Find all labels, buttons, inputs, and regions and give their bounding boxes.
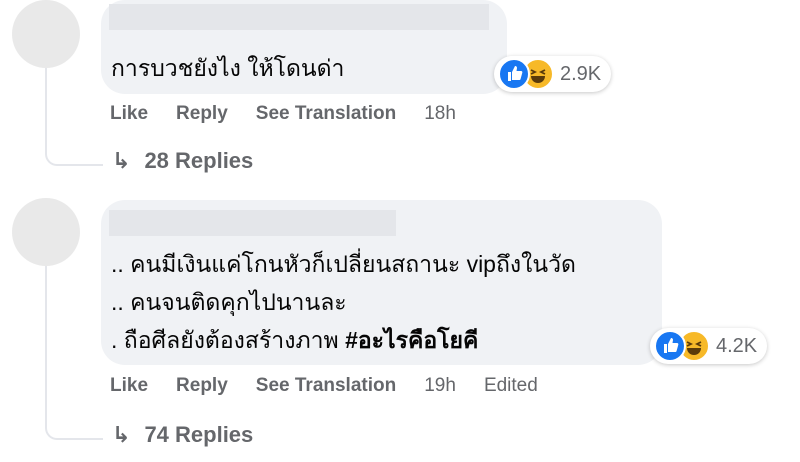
like-icon <box>498 58 530 90</box>
reply-arrow-icon: ↳ <box>112 148 131 173</box>
comment-bubble: การบวชยังไง ให้โดนด่า <box>101 0 507 94</box>
avatar[interactable] <box>12 198 80 266</box>
thread-line <box>45 266 103 440</box>
reply-button[interactable]: Reply <box>176 375 228 397</box>
reaction-summary[interactable]: 4.2K <box>650 328 768 364</box>
commenter-name-redacted <box>109 4 489 30</box>
comment-text-line: การบวชยังไง ให้โดนด่า <box>111 55 345 81</box>
timestamp[interactable]: 18h <box>424 103 456 125</box>
comment-bubble: .. คนมีเงินแค่โกนหัวก็เปลี่ยนสถานะ vipถึ… <box>101 200 662 365</box>
commenter-name-redacted <box>109 210 396 236</box>
thread-line <box>45 68 103 166</box>
reaction-count: 2.9K <box>560 62 602 85</box>
replies-count-label: 28 Replies <box>144 148 254 173</box>
comment-actions: Like Reply See Translation 19h Edited <box>110 375 566 397</box>
see-translation-button[interactable]: See Translation <box>256 103 396 125</box>
timestamp[interactable]: 19h <box>424 375 456 397</box>
comment-text-segment: . ถือศีลยังต้องสร้างภาพ <box>111 327 346 353</box>
hashtag-link[interactable]: #อะไรคือโยคี <box>345 327 478 353</box>
edited-label: Edited <box>483 375 538 396</box>
view-replies-button[interactable]: ↳ 28 Replies <box>112 148 253 174</box>
like-button[interactable]: Like <box>110 375 148 397</box>
avatar[interactable] <box>12 0 80 68</box>
comment-text-line: .. คนจนติดคุกไปนานละ <box>111 289 347 315</box>
view-replies-button[interactable]: ↳ 74 Replies <box>112 422 253 448</box>
see-translation-button[interactable]: See Translation <box>256 375 396 397</box>
comment-actions: Like Reply See Translation 18h <box>110 103 484 125</box>
like-icon <box>654 330 686 362</box>
comment-text-line: . ถือศีลยังต้องสร้างภาพ #อะไรคือโยคี <box>111 322 478 358</box>
replies-count-label: 74 Replies <box>144 422 254 447</box>
reaction-summary[interactable]: 2.9K <box>494 56 612 92</box>
reaction-count: 4.2K <box>716 334 758 357</box>
reply-button[interactable]: Reply <box>176 103 228 125</box>
comment-text-line: .. คนมีเงินแค่โกนหัวก็เปลี่ยนสถานะ vipถึ… <box>111 251 576 277</box>
like-button[interactable]: Like <box>110 103 148 125</box>
reply-arrow-icon: ↳ <box>112 422 131 447</box>
